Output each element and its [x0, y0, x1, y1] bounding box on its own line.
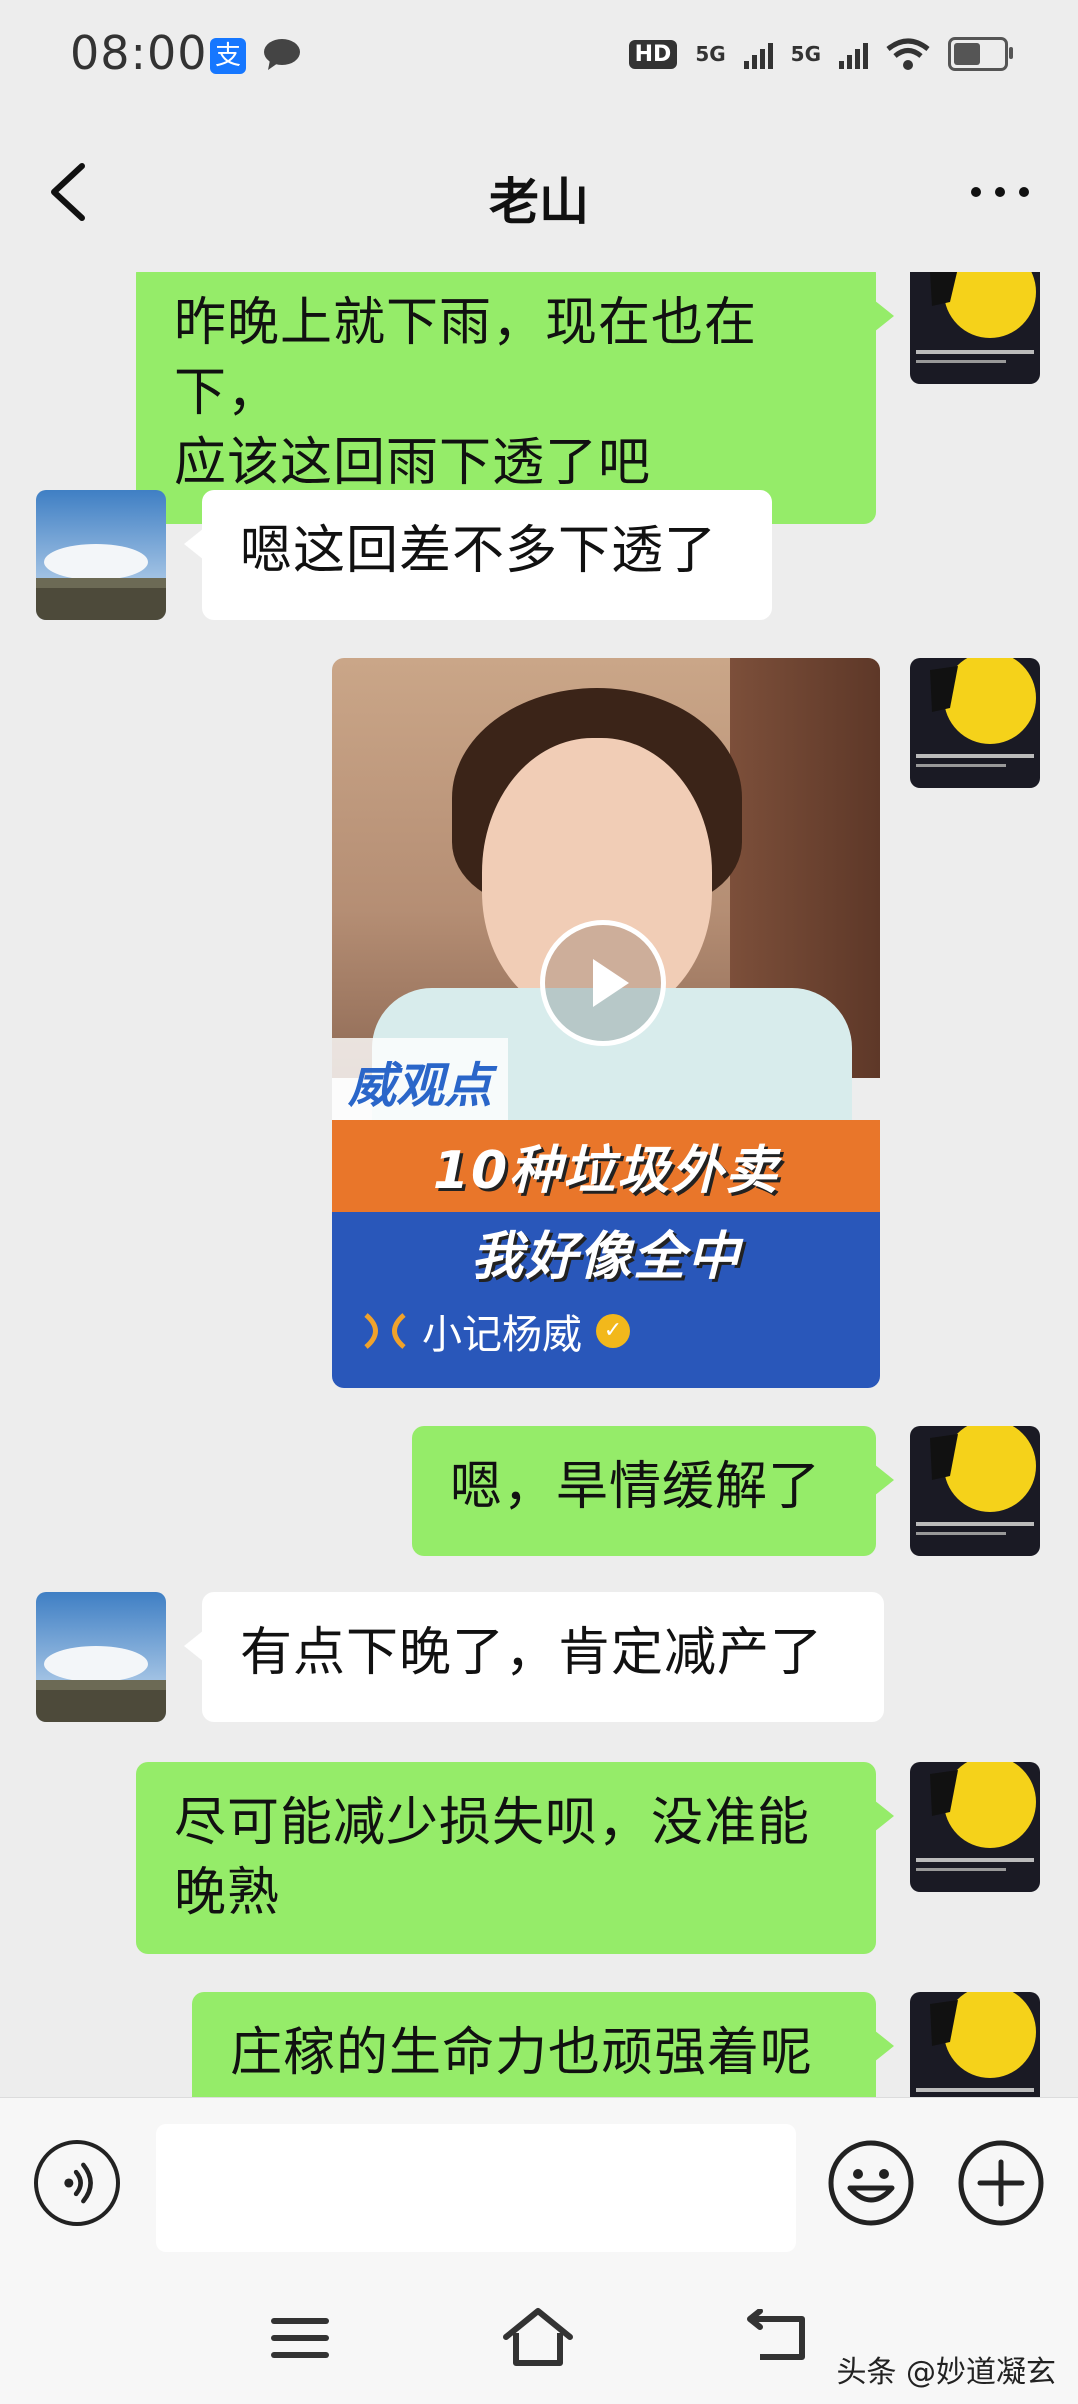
message-text: 尽可能减少损失呗，没准能: [174, 1793, 811, 1853]
video-tag: 威观点: [332, 1038, 509, 1124]
video-author: 小记杨威 ✓: [362, 1302, 630, 1360]
input-bar: [0, 2097, 1078, 2268]
chat-notification-icon: [264, 39, 300, 70]
wifi-icon: [886, 38, 930, 70]
message-list[interactable]: 昨晚上就下雨，现在也在下， 应该这回雨下透了吧 嗯这回差不多下透了 威观点 10…: [0, 272, 1078, 2097]
message-bubble[interactable]: 昨晚上就下雨，现在也在下， 应该这回雨下透了吧: [136, 272, 894, 524]
video-caption: 10种垃圾外卖: [432, 1141, 780, 1201]
play-icon[interactable]: [540, 920, 666, 1046]
watermark: 头条 @妙道凝玄: [836, 2355, 1056, 2390]
message-bubble[interactable]: 有点下晚了，肯定减产了: [184, 1592, 884, 1722]
message-text: 嗯，旱情缓解了: [450, 1457, 822, 1517]
message-text: 晚熟: [174, 1863, 281, 1923]
channel-logo-icon: [364, 1313, 406, 1349]
status-icons: HD 5G 5G: [628, 34, 1013, 74]
verified-badge-icon: ✓: [596, 1314, 630, 1348]
message-bubble[interactable]: 嗯这回差不多下透了: [184, 490, 772, 620]
battery-icon: [948, 37, 1013, 71]
video-author-name: 小记杨威: [422, 1312, 582, 1358]
contact-avatar[interactable]: [36, 1592, 166, 1722]
message-bubble[interactable]: 尽可能减少损失呗，没准能 晚熟: [136, 1762, 894, 1954]
my-avatar[interactable]: [910, 658, 1040, 788]
message-text: 昨晚上就下雨，现在也在下，: [174, 293, 758, 423]
plus-icon[interactable]: [956, 2138, 1046, 2228]
emoji-icon[interactable]: [826, 2138, 916, 2228]
my-avatar[interactable]: [910, 1992, 1040, 2097]
chat-header: 老山: [0, 112, 1078, 272]
signal-icon: [743, 39, 773, 69]
video-message-card[interactable]: 威观点 10种垃圾外卖 我好像全中 小记杨威 ✓: [332, 658, 880, 1388]
back-nav-icon[interactable]: [746, 2309, 808, 2365]
alipay-icon: 支: [210, 38, 246, 74]
network-label-1: 5G: [695, 42, 726, 66]
my-avatar[interactable]: [910, 1762, 1040, 1892]
status-bar: 08:00 支 HD 5G 5G: [0, 0, 1078, 112]
chat-title: 老山: [489, 173, 589, 231]
video-caption: 我好像全中: [470, 1227, 741, 1287]
signal-icon: [839, 39, 868, 69]
message-input[interactable]: [156, 2124, 796, 2252]
contact-avatar[interactable]: [36, 490, 166, 620]
voice-icon[interactable]: [34, 2140, 120, 2226]
message-bubble[interactable]: 庄稼的生命力也顽强着呢: [192, 1992, 894, 2097]
home-icon[interactable]: [502, 2307, 574, 2367]
my-avatar[interactable]: [910, 1426, 1040, 1556]
message-bubble[interactable]: 嗯，旱情缓解了: [412, 1426, 894, 1556]
message-text: 应该这回雨下透了吧: [174, 433, 652, 493]
message-text: 庄稼的生命力也顽强着呢: [230, 2023, 814, 2083]
network-label-2: 5G: [790, 42, 821, 66]
more-icon[interactable]: [970, 186, 1030, 198]
my-avatar[interactable]: [910, 272, 1040, 384]
message-text: 嗯这回差不多下透了: [240, 521, 718, 581]
system-nav-bar: 头条 @妙道凝玄: [0, 2267, 1078, 2404]
status-time: 08:00: [70, 26, 208, 80]
hd-badge: HD: [628, 39, 678, 69]
message-text: 有点下晚了，肯定减产了: [240, 1623, 824, 1683]
menu-icon[interactable]: [270, 2313, 330, 2363]
